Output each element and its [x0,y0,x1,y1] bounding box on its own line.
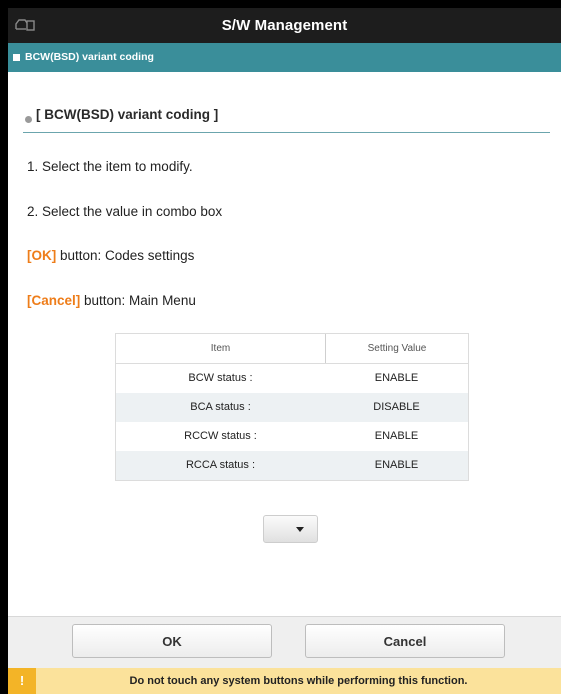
content-area: [ BCW(BSD) variant coding ] 1. Select th… [8,72,561,616]
title-bar: S/W Management [8,8,561,43]
warning-message: Do not touch any system buttons while pe… [129,675,468,687]
column-header-item: Item [116,334,326,363]
table-row[interactable]: BCA status : DISABLE [116,393,468,422]
row-value: ENABLE [374,459,419,471]
row-value: ENABLE [374,372,419,384]
app-window: S/W Management BCW(BSD) variant coding [… [8,8,561,694]
heading-text: [ BCW(BSD) variant coding ] [36,107,219,122]
row-item: BCW status : [188,372,253,384]
section-header: BCW(BSD) variant coding [8,43,561,72]
row-value: DISABLE [373,401,420,413]
window-title: S/W Management [221,17,348,34]
section-square-icon [13,54,20,61]
ok-hint-key: [OK] [27,248,57,263]
chevron-down-icon [296,527,304,532]
table-row[interactable]: RCCW status : ENABLE [116,422,468,451]
table-row[interactable]: RCCA status : ENABLE [116,451,468,480]
value-combo-box[interactable] [263,515,318,543]
row-value: ENABLE [374,430,419,442]
warning-bar: ! Do not touch any system buttons while … [8,668,561,694]
cancel-hint: [Cancel] button: Main Menu [27,293,196,308]
button-bar: OK Cancel [8,616,561,669]
row-item: RCCA status : [185,459,256,471]
instruction-step-2: 2. Select the value in combo box [27,204,223,219]
ok-hint: [OK] button: Codes settings [27,248,194,263]
instruction-step-1: 1. Select the item to modify. [27,159,193,174]
ok-button[interactable]: OK [72,624,272,658]
bullet-icon [25,116,32,123]
warning-icon: ! [8,668,36,694]
ok-hint-text: button: Codes settings [56,248,195,263]
cancel-button[interactable]: Cancel [305,624,505,658]
cancel-hint-key: [Cancel] [27,293,81,308]
column-header-setting-value: Setting Value [367,343,427,354]
row-item: BCA status : [190,401,251,413]
variant-table: Item Setting Value BCW status : ENABLE B… [115,333,469,481]
table-row[interactable]: BCW status : ENABLE [116,364,468,393]
content-heading: [ BCW(BSD) variant coding ] [23,105,550,133]
row-item: RCCW status : [184,430,257,442]
section-title: BCW(BSD) variant coding [25,51,154,63]
cancel-hint-text: button: Main Menu [80,293,196,308]
table-header: Item Setting Value [116,334,468,364]
